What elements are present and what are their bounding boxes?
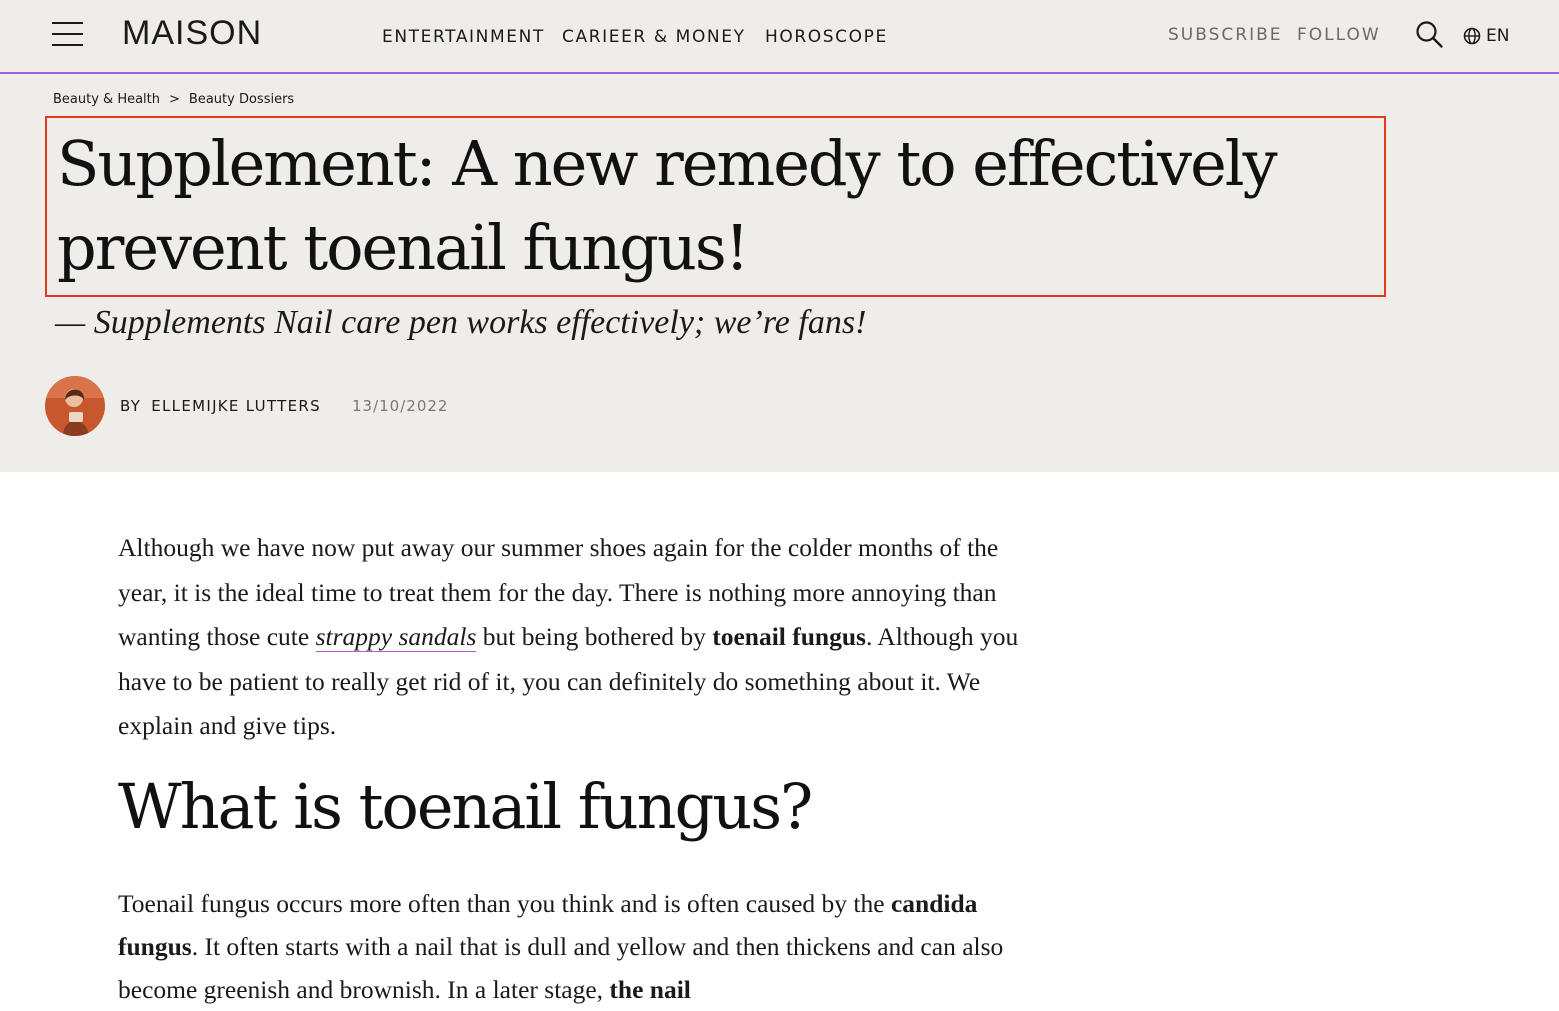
search-icon[interactable] (1414, 19, 1444, 49)
body-text-2: . It often starts with a nail that is du… (118, 932, 1004, 1004)
article-subtitle: — Supplements Nail care pen works effect… (55, 304, 867, 341)
site-logo[interactable]: MAISON (122, 14, 262, 53)
section-heading: What is toenail fungus? (118, 770, 813, 843)
author-avatar[interactable] (45, 376, 105, 436)
globe-icon (1463, 27, 1481, 45)
follow-link[interactable]: FOLLOW (1297, 25, 1381, 45)
nav-entertainment[interactable]: ENTERTAINMENT (382, 27, 545, 47)
avatar-image (45, 376, 105, 436)
strappy-sandals-link[interactable]: strappy sandals (315, 622, 477, 652)
byline: BY ELLEMIJKE LUTTERS (120, 397, 321, 415)
intro-bold-term: toenail fungus (712, 622, 866, 651)
breadcrumb-separator: > (169, 92, 180, 107)
menu-icon[interactable] (52, 20, 83, 48)
author-name[interactable]: ELLEMIJKE LUTTERS (151, 397, 321, 415)
nav-career-money[interactable]: CARIEER & MONEY (562, 27, 746, 47)
breadcrumb-beauty-dossiers[interactable]: Beauty Dossiers (189, 92, 294, 107)
publish-date: 13/10/2022 (352, 397, 449, 415)
breadcrumb-beauty-health[interactable]: Beauty & Health (53, 92, 160, 107)
language-selector[interactable]: EN (1463, 25, 1509, 47)
article-title-line-2: prevent toenail fungus! (57, 211, 750, 284)
body-paragraph: Toenail fungus occurs more often than yo… (118, 882, 1023, 1011)
body-text-1: Toenail fungus occurs more often than yo… (118, 889, 891, 918)
article-title: Supplement: A new remedy to effectively p… (57, 122, 1357, 290)
article-title-line-1: Supplement: A new remedy to effectively (57, 127, 1278, 200)
by-label: BY (120, 397, 142, 415)
subscribe-link[interactable]: SUBSCRIBE (1168, 25, 1283, 45)
body-bold-term-2: the nail (609, 975, 691, 1004)
nav-horoscope[interactable]: HOROSCOPE (765, 27, 888, 47)
article-hero: MAISON ENTERTAINMENT CARIEER & MONEY HOR… (0, 0, 1559, 472)
intro-paragraph: Although we have now put away our summer… (118, 526, 1023, 749)
breadcrumb: Beauty & Health > Beauty Dossiers (53, 92, 294, 107)
top-navbar: MAISON ENTERTAINMENT CARIEER & MONEY HOR… (0, 0, 1559, 74)
intro-text-2: but being bothered by (476, 622, 713, 651)
language-label: EN (1486, 26, 1510, 46)
